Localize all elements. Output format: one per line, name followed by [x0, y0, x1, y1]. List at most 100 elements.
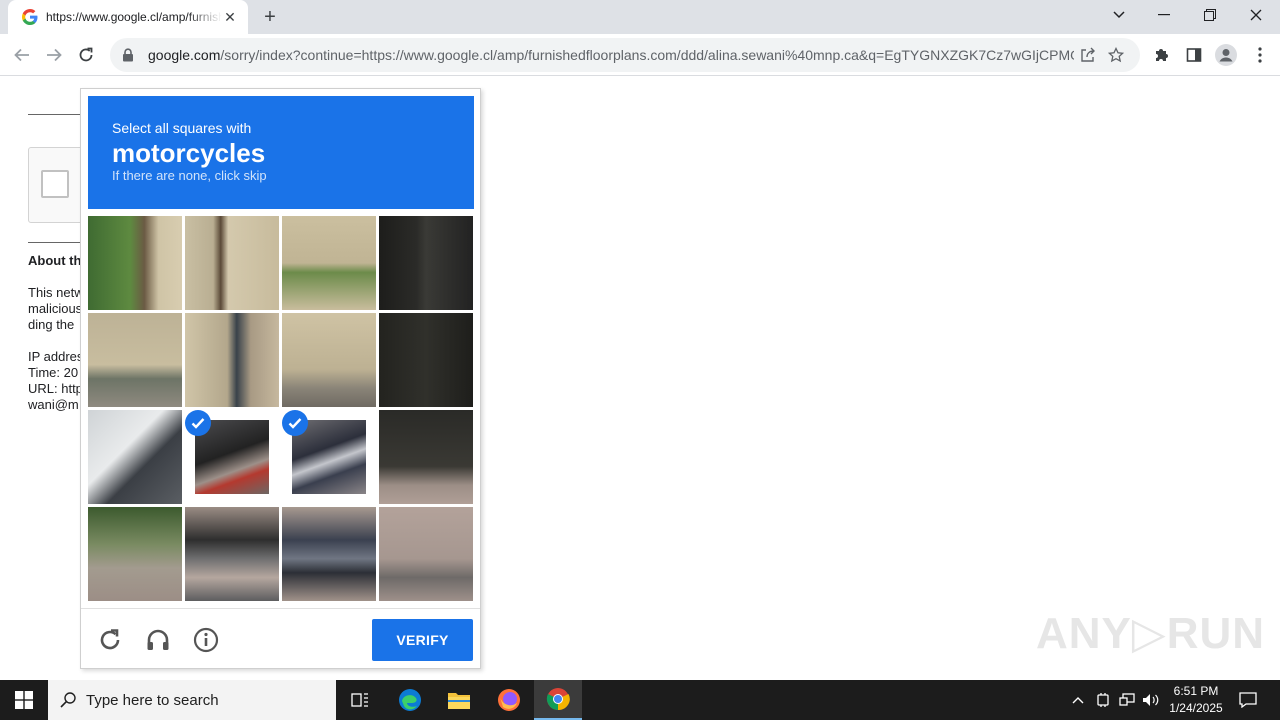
- info-icon[interactable]: [191, 625, 221, 655]
- share-icon[interactable]: [1074, 47, 1102, 63]
- captcha-tile[interactable]: [379, 216, 473, 310]
- checkmark-icon: [185, 410, 211, 436]
- captcha-tile-image: [379, 216, 473, 310]
- clock-time: 6:51 PM: [1173, 684, 1219, 698]
- tab-close-icon[interactable]: ✕: [222, 9, 238, 26]
- captcha-tile-image: [88, 507, 182, 601]
- tray-device-icon[interactable]: [1093, 680, 1113, 720]
- challenge-header: Select all squares with motorcycles If t…: [88, 96, 474, 209]
- captcha-tile-image: [185, 507, 279, 601]
- start-button[interactable]: [0, 680, 48, 720]
- captcha-tile[interactable]: [88, 216, 182, 310]
- windows-logo-icon: [15, 691, 33, 709]
- address-bar[interactable]: google.com/sorry/index?continue=https://…: [110, 38, 1140, 72]
- taskbar-search-box[interactable]: Type here to search: [48, 680, 336, 720]
- taskbar-firefox[interactable]: [485, 680, 533, 720]
- info-text: malicious: [28, 301, 83, 316]
- captcha-tile[interactable]: [185, 216, 279, 310]
- back-button[interactable]: [7, 40, 37, 70]
- reload-icon: [79, 47, 93, 62]
- tab-search-icon[interactable]: [1096, 0, 1142, 30]
- captcha-tile-image: [185, 313, 279, 407]
- about-heading: About th: [28, 253, 82, 268]
- chevron-up-icon: [1072, 697, 1084, 704]
- captcha-tile-image: [282, 313, 376, 407]
- search-placeholder: Type here to search: [86, 691, 219, 709]
- url-text[interactable]: google.com/sorry/index?continue=https://…: [148, 47, 1074, 63]
- recaptcha-checkbox[interactable]: [41, 170, 69, 198]
- challenge-instruction: Select all squares with: [112, 120, 252, 136]
- minimize-button[interactable]: [1141, 0, 1187, 30]
- folder-icon: [448, 693, 470, 709]
- notification-center-button[interactable]: [1236, 680, 1260, 720]
- captcha-tile[interactable]: [185, 313, 279, 407]
- recaptcha-challenge: Select all squares with motorcycles If t…: [80, 88, 481, 669]
- browser-tab[interactable]: https://www.google.cl/amp/furnishedfloor…: [8, 0, 248, 34]
- challenge-target: motorcycles: [112, 138, 266, 168]
- captcha-tile[interactable]: [282, 410, 376, 504]
- edge-icon: [399, 689, 421, 711]
- captcha-tile[interactable]: [379, 313, 473, 407]
- captcha-tile[interactable]: [379, 410, 473, 504]
- captcha-tile[interactable]: [282, 313, 376, 407]
- google-favicon-icon: [22, 9, 38, 25]
- side-panel-button[interactable]: [1179, 40, 1209, 70]
- chrome-icon: [546, 688, 570, 711]
- image-grid: [88, 216, 474, 602]
- captcha-tile-image: [282, 507, 376, 601]
- ip-address-text: IP addres: [28, 349, 84, 364]
- captcha-tile[interactable]: [282, 507, 376, 601]
- captcha-tile[interactable]: [185, 410, 279, 504]
- extensions-button[interactable]: [1147, 40, 1177, 70]
- profile-button[interactable]: [1211, 40, 1241, 70]
- captcha-tile-image: [379, 410, 473, 504]
- divider: [28, 114, 88, 115]
- url-host: google.com: [148, 47, 221, 63]
- kebab-menu-icon: [1258, 47, 1262, 63]
- url-info-text: wani@m: [28, 397, 79, 412]
- tab-strip: https://www.google.cl/amp/furnishedfloor…: [0, 0, 1280, 34]
- taskbar-edge[interactable]: [386, 680, 434, 720]
- new-tab-button[interactable]: +: [258, 6, 282, 28]
- captcha-tile[interactable]: [88, 507, 182, 601]
- captcha-tile-image: [88, 216, 182, 310]
- captcha-tile-image: [379, 507, 473, 601]
- verify-button[interactable]: VERIFY: [372, 619, 473, 661]
- windows-taskbar: Type here to search 6:51 PM 1/24/2025: [0, 680, 1280, 720]
- captcha-tile-image: [185, 216, 279, 310]
- restore-button[interactable]: [1187, 0, 1233, 30]
- checkmark-icon: [282, 410, 308, 436]
- close-window-button[interactable]: [1233, 0, 1279, 30]
- taskbar-clock[interactable]: 6:51 PM 1/24/2025: [1160, 683, 1232, 717]
- volume-icon[interactable]: [1140, 680, 1162, 720]
- forward-button[interactable]: [39, 40, 69, 70]
- captcha-tile-image: [379, 313, 473, 407]
- show-hidden-icons[interactable]: [1068, 680, 1088, 720]
- time-text: Time: 20: [28, 365, 79, 380]
- bookmark-star-icon[interactable]: [1102, 47, 1130, 63]
- task-view-button[interactable]: [336, 680, 384, 720]
- taskbar-chrome[interactable]: [534, 680, 582, 720]
- divider: [28, 242, 88, 243]
- taskbar-file-explorer[interactable]: [435, 680, 483, 720]
- browser-toolbar: google.com/sorry/index?continue=https://…: [0, 34, 1280, 76]
- reload-button[interactable]: [71, 40, 101, 70]
- audio-challenge-icon[interactable]: [143, 625, 173, 655]
- captcha-tile[interactable]: [379, 507, 473, 601]
- captcha-tile[interactable]: [88, 410, 182, 504]
- avatar-icon: [1215, 44, 1237, 66]
- tab-title: https://www.google.cl/amp/furnishedfloor…: [46, 10, 222, 24]
- network-icon[interactable]: [1116, 680, 1138, 720]
- challenge-footer: VERIFY: [81, 608, 480, 668]
- captcha-tile[interactable]: [185, 507, 279, 601]
- back-arrow-icon: [14, 48, 29, 62]
- reload-challenge-icon[interactable]: [95, 625, 125, 655]
- info-text: This netw: [28, 285, 84, 300]
- captcha-tile[interactable]: [282, 216, 376, 310]
- menu-button[interactable]: [1245, 40, 1275, 70]
- forward-arrow-icon: [47, 48, 62, 62]
- firefox-icon: [498, 689, 520, 711]
- challenge-hint: If there are none, click skip: [112, 168, 267, 183]
- captcha-tile[interactable]: [88, 313, 182, 407]
- lock-icon[interactable]: [122, 48, 136, 62]
